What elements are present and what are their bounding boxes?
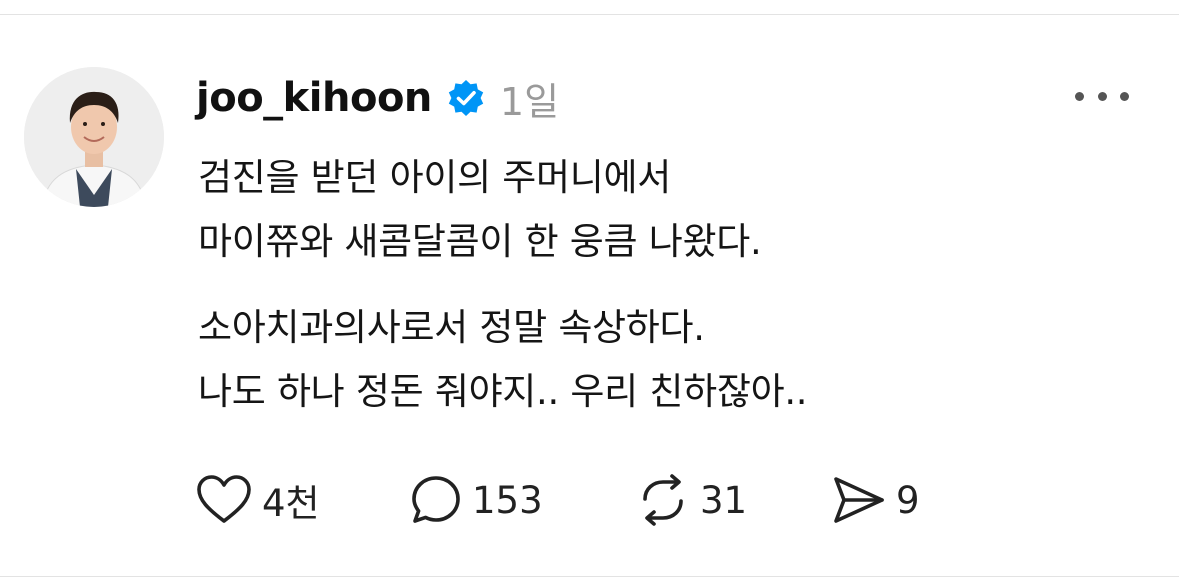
more-dots-icon[interactable] [1075,86,1129,106]
profile-photo-icon [24,67,164,207]
comment-count: 153 [472,478,543,522]
repost-button[interactable]: 31 [636,470,747,530]
repost-count: 31 [700,478,748,522]
share-count: 9 [896,478,920,522]
post-text-line: 나도 하나 정돈 줘야지.. 우리 친하잖아.. [198,370,808,413]
top-divider [0,14,1179,15]
action-bar: 4천 153 31 9 [196,470,956,530]
post-body: 검진을 받던 아이의 주머니에서 마이쮸와 새콤달콤이 한 웅큼 나왔다. 소아… [198,146,1138,424]
verified-badge-icon [446,78,486,118]
share-button[interactable]: 9 [832,470,920,530]
post-text-line: 검진을 받던 아이의 주머니에서 [198,156,672,199]
like-button[interactable]: 4천 [196,470,320,530]
comment-button[interactable]: 153 [410,470,543,530]
username[interactable]: joo_kihoon [196,75,432,121]
like-count: 4천 [262,482,320,525]
post-timestamp: 1일 [499,79,560,124]
repost-icon [643,474,683,526]
heart-icon [197,475,251,523]
post-text-line: 마이쮸와 새콤달콤이 한 웅큼 나왔다. [198,220,762,263]
post-text-line: 소아치과의사로서 정말 속상하다. [198,306,705,349]
bottom-divider [0,576,1179,577]
comment-icon [412,476,460,523]
send-icon [834,477,884,523]
avatar[interactable] [24,67,164,207]
post-header: joo_kihoon 1일 [196,68,559,128]
